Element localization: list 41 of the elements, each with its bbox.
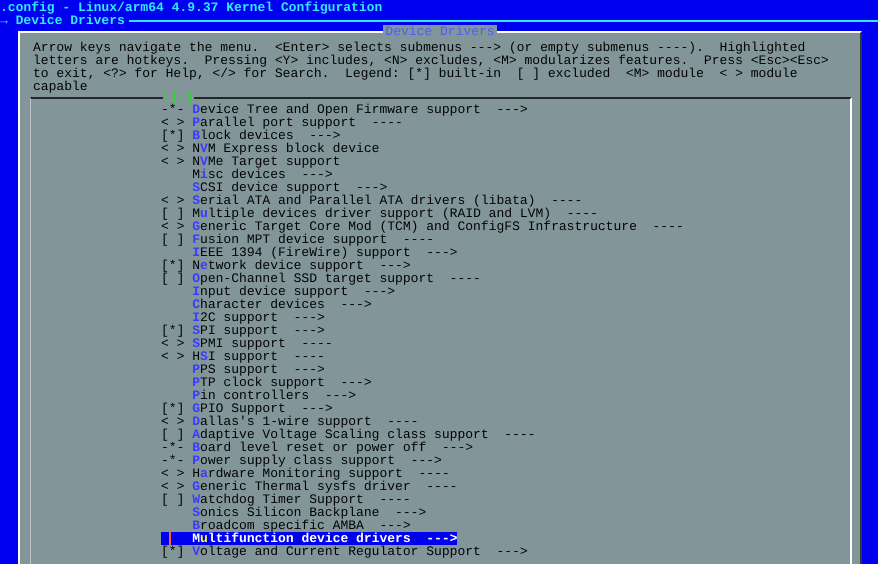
menu-item[interactable]: Input device support ---> bbox=[161, 285, 396, 298]
menu-item[interactable]: IEEE 1394 (FireWire) support ---> bbox=[161, 246, 458, 259]
menu-item[interactable]: Misc devices ---> bbox=[161, 168, 333, 181]
menu-item[interactable]: [*] Voltage and Current Regulator Support ---> bbox=[161, 545, 528, 558]
dialog-title: Device Drivers bbox=[383, 25, 497, 38]
menu-item[interactable]: [*] GPIO Support ---> bbox=[161, 402, 333, 415]
menu-item[interactable]: < > Generic Target Core Mod (TCM) and ConfigFS Infrastructure ---- bbox=[161, 220, 684, 233]
menu-item[interactable]: -*- Device Tree and Open Firmware support ---> bbox=[161, 103, 528, 116]
menu-item[interactable]: Pin controllers ---> bbox=[161, 389, 356, 402]
menu-item[interactable]: < > NVMe Target support bbox=[161, 155, 340, 168]
menu-item[interactable]: [*] Network device support ---> bbox=[161, 259, 411, 272]
menu-item[interactable]: SCSI device support ---> bbox=[161, 181, 388, 194]
breadcrumb: → Device Drivers bbox=[0, 14, 125, 27]
menu-item[interactable]: [ ] Fusion MPT device support ---- bbox=[161, 233, 434, 246]
menu-item[interactable]: I2C support ---> bbox=[161, 311, 325, 324]
scroll-indicator: ↑(-) bbox=[163, 91, 194, 104]
help-text: Arrow keys navigate the menu. <Enter> selects submenus ---> (or empty submenus ----). Highlighted letters are hotkeys. Pressing <Y> includes, <N> excludes, <M> modularizes features. Press <Esc><Esc> to exit, <?> for Help, </> for Search. Legend: [*] built-in [ ] excluded <M> module < > module capable bbox=[32, 39, 830, 93]
menu-item[interactable]: [ ] Open-Channel SSD target support ---- bbox=[161, 272, 481, 285]
menu-item[interactable]: [*] SPI support ---> bbox=[161, 324, 325, 337]
text-cursor bbox=[169, 532, 171, 545]
menu-item[interactable]: < > NVM Express block device bbox=[161, 142, 380, 155]
menu-item[interactable]: Sonics Silicon Backplane ---> bbox=[161, 506, 426, 519]
menu-item[interactable]: [*] Block devices ---> bbox=[161, 129, 340, 142]
menu-item[interactable]: < > Serial ATA and Parallel ATA drivers (libata) ---- bbox=[161, 194, 582, 207]
menu-item[interactable]: [ ] Watchdog Timer Support ---- bbox=[161, 493, 411, 506]
menu-item[interactable]: < > Hardware Monitoring support ---- bbox=[161, 467, 450, 480]
menu-item[interactable]: < > Parallel port support ---- bbox=[161, 116, 403, 129]
menu-item[interactable]: PPS support ---> bbox=[161, 363, 325, 376]
menu-item[interactable]: < > Dallas's 1-wire support ---- bbox=[161, 415, 418, 428]
menu-item[interactable]: < > SPMI support ---- bbox=[161, 337, 333, 350]
menu-item[interactable]: [ ] Adaptive Voltage Scaling class support ---- bbox=[161, 428, 536, 441]
menu-item[interactable]: -*- Power supply class support ---> bbox=[161, 454, 442, 467]
menu-item[interactable]: PTP clock support ---> bbox=[161, 376, 372, 389]
menu-item[interactable]: Character devices ---> bbox=[161, 298, 372, 311]
menu-item[interactable]: [ ] Multiple devices driver support (RAID and LVM) ---- bbox=[161, 207, 598, 220]
menu-item[interactable]: -*- Board level reset or power off ---> bbox=[161, 441, 474, 454]
menu-item[interactable]: Multifunction device drivers ---> bbox=[161, 532, 458, 545]
window-title: .config - Linux/arm64 4.9.37 Kernel Configuration bbox=[0, 1, 382, 14]
menu-item[interactable]: < > Generic Thermal sysfs driver ---- bbox=[161, 480, 458, 493]
menu-item[interactable]: < > HSI support ---- bbox=[161, 350, 325, 363]
menu-item[interactable]: Broadcom specific AMBA ---> bbox=[161, 519, 411, 532]
